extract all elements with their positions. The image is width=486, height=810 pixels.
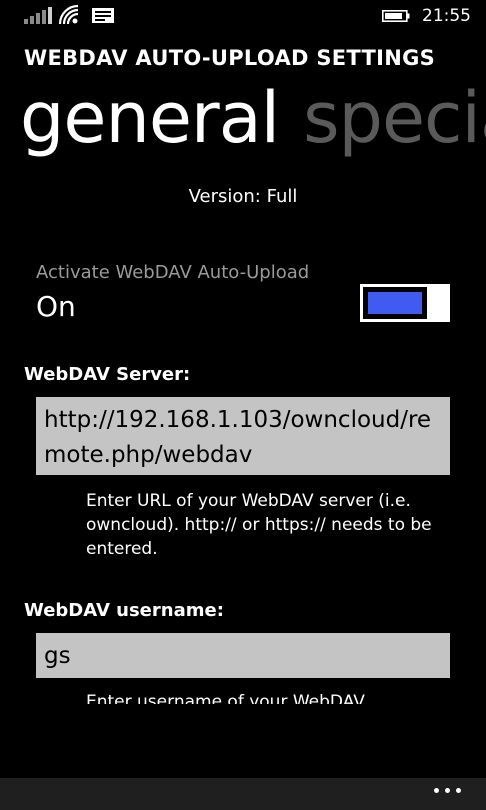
app-title: WEBDAV AUTO-UPLOAD SETTINGS xyxy=(24,46,436,70)
status-bar: 21:55 xyxy=(0,0,486,32)
username-label: WebDAV username: xyxy=(24,600,224,621)
status-time: 21:55 xyxy=(422,6,471,26)
username-hint-clip: Enter username of your WebDAV xyxy=(0,690,486,704)
message-icon xyxy=(92,8,114,23)
more-dots-icon[interactable] xyxy=(434,788,464,796)
username-input[interactable]: gs xyxy=(36,633,450,678)
toggle-fill xyxy=(368,292,422,314)
server-label: WebDAV Server: xyxy=(24,364,191,385)
activate-upload-toggle[interactable] xyxy=(360,284,450,322)
app-bar xyxy=(0,778,486,810)
wifi-icon xyxy=(58,4,79,25)
battery-icon xyxy=(382,10,410,22)
username-hint: Enter username of your WebDAV xyxy=(86,692,365,704)
toggle-thumb[interactable] xyxy=(430,284,450,322)
toggle-track xyxy=(360,284,430,322)
version-text: Version: Full xyxy=(188,186,298,207)
activate-upload-state: On xyxy=(36,290,76,323)
server-url-input[interactable]: http://192.168.1.103/owncloud/remote.php… xyxy=(36,397,450,475)
activate-upload-label: Activate WebDAV Auto-Upload xyxy=(36,262,310,283)
pivot-tab-general[interactable]: general xyxy=(20,77,280,159)
settings-screen: 21:55 WEBDAV AUTO-UPLOAD SETTINGS genera… xyxy=(0,0,486,810)
server-hint: Enter URL of your WebDAV server (i.e. ow… xyxy=(86,491,432,559)
signal-icon xyxy=(24,6,52,24)
pivot-tab-special[interactable]: special xyxy=(303,77,486,159)
pivot-header: general special xyxy=(20,74,486,162)
